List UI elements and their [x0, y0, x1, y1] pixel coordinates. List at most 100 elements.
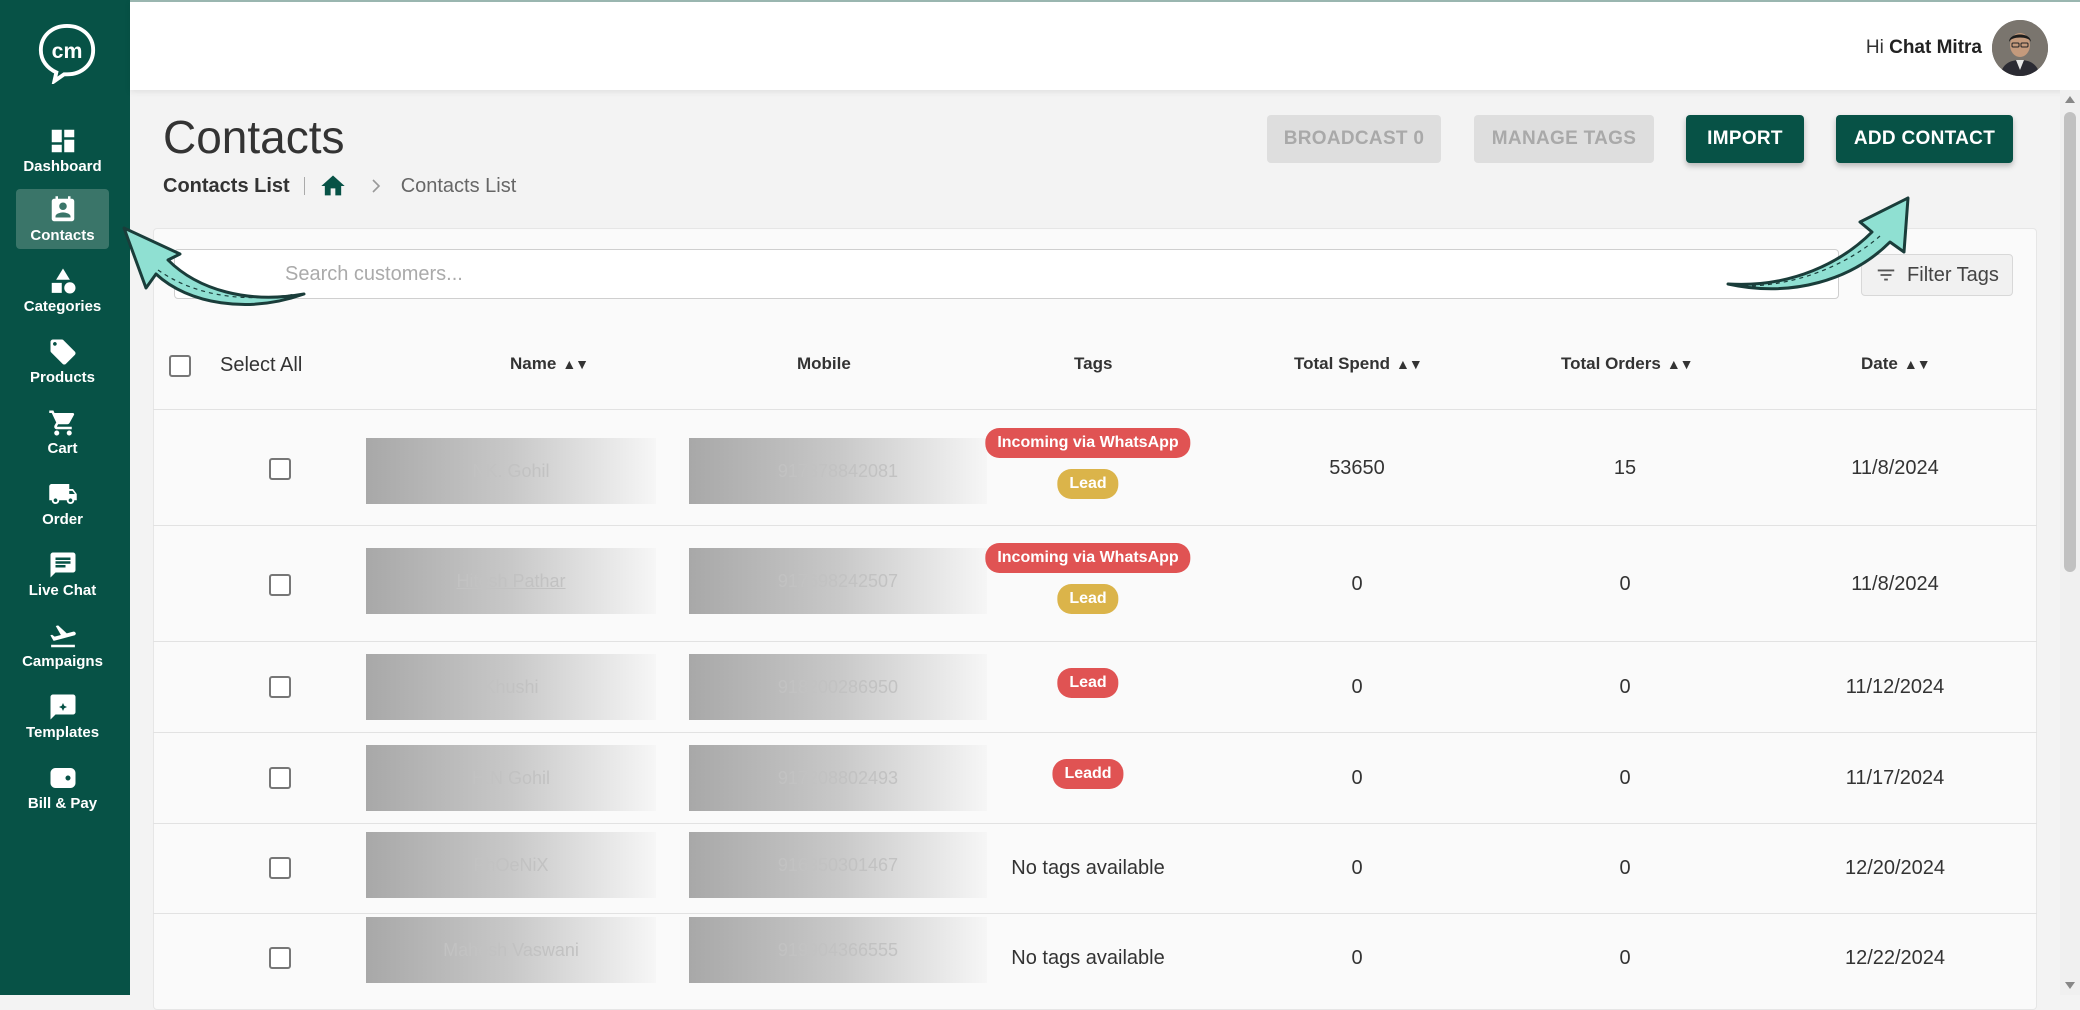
- categories-icon: [51, 268, 75, 294]
- contact-mobile: 918200286950: [689, 654, 987, 720]
- table-row: Khushi 918200286950 Lead 0 0 11/12/2024: [153, 642, 2037, 733]
- sidebar-item-bill-pay[interactable]: Bill & Pay: [16, 757, 109, 817]
- total-spend: 0: [1351, 857, 1363, 879]
- table-row: NK. Gohil 917878842081 Incoming via What…: [153, 410, 2037, 526]
- total-spend: 0: [1351, 767, 1363, 789]
- user-greeting: Hi Chat Mitra: [1865, 37, 1982, 58]
- contact-name[interactable]: Khushi: [366, 654, 656, 720]
- search-input[interactable]: [175, 250, 1838, 298]
- scroll-down-icon[interactable]: [2065, 982, 2075, 989]
- search-box: [174, 249, 1839, 299]
- contact-name[interactable]: NK. Gohil: [366, 438, 656, 504]
- user-name: Chat Mitra: [1889, 37, 1982, 58]
- breadcrumb: Contacts List Contacts List: [163, 172, 516, 200]
- contact-mobile: 917878842081: [689, 438, 987, 504]
- column-header-name[interactable]: Name ▲▼: [510, 354, 589, 374]
- table-row: Mahesh Vaswani 919904366555 No tags avai…: [153, 914, 2037, 1005]
- table-header: Name ▲▼ Mobile Tags Total Spend ▲▼ Total O…: [153, 320, 2037, 410]
- row-checkbox[interactable]: [269, 574, 291, 596]
- sidebar-item-cart[interactable]: Cart: [16, 402, 109, 462]
- contact-mobile: 916350301467: [689, 832, 987, 898]
- add-contact-button[interactable]: ADD CONTACT: [1836, 115, 2013, 163]
- total-orders: 0: [1619, 857, 1631, 879]
- page-title: Contacts: [163, 111, 345, 163]
- select-all-label: Select All: [220, 354, 303, 376]
- contact-name[interactable]: PhOeNiX: [366, 832, 656, 898]
- row-checkbox[interactable]: [269, 458, 291, 480]
- column-header-date[interactable]: Date ▲▼: [1861, 354, 1931, 374]
- scroll-up-icon[interactable]: [2065, 96, 2075, 103]
- tag-icon: [50, 339, 75, 365]
- contact-mobile: 917698242507: [689, 548, 987, 614]
- contacts-icon: [51, 196, 74, 222]
- table-row: PhOeNiX 916350301467 No tags available 0…: [153, 824, 2037, 914]
- contact-date: 11/8/2024: [1851, 457, 1939, 479]
- sort-icon[interactable]: ▲▼: [1904, 356, 1931, 372]
- total-orders: 0: [1619, 767, 1631, 789]
- import-button[interactable]: IMPORT: [1686, 115, 1804, 163]
- table-row: Hitesh Pathar 917698242507 Incoming via …: [153, 526, 2037, 642]
- tag-badge: Lead: [1057, 584, 1119, 614]
- contact-date: 11/12/2024: [1845, 676, 1945, 698]
- total-orders: 0: [1619, 676, 1631, 698]
- sidebar: cm Dashboard Contacts Categories Product…: [0, 0, 130, 995]
- manage-tags-button[interactable]: MANAGE TAGS: [1474, 115, 1654, 163]
- dashboard-icon: [51, 129, 74, 153]
- sidebar-item-templates[interactable]: Templates: [16, 686, 109, 746]
- chat-icon: [50, 552, 75, 578]
- contact-mobile: 919904366555: [689, 917, 987, 983]
- row-checkbox[interactable]: [269, 857, 291, 879]
- sort-icon[interactable]: ▲▼: [1667, 356, 1694, 372]
- chevron-right-icon: [372, 179, 380, 193]
- tag-badge: Lead: [1057, 668, 1119, 698]
- breadcrumb-contacts-list[interactable]: Contacts List: [401, 175, 517, 198]
- wallet-icon: [50, 768, 75, 788]
- contact-date: 12/22/2024: [1844, 947, 1946, 969]
- total-spend: 53650: [1329, 457, 1385, 479]
- column-header-total-orders[interactable]: Total Orders ▲▼: [1561, 354, 1694, 374]
- chatmitra-logo-icon[interactable]: cm: [36, 22, 98, 84]
- contact-name[interactable]: Hitesh Pathar: [366, 548, 656, 614]
- select-all-checkbox[interactable]: [169, 355, 191, 377]
- row-checkbox[interactable]: [269, 947, 291, 969]
- tag-badge: Incoming via WhatsApp: [985, 543, 1191, 573]
- table-row: H.N Gohil 917208802493 Leadd 0 0 11/17/2…: [153, 733, 2037, 824]
- no-tags-text: No tags available: [1011, 947, 1165, 969]
- sidebar-item-dashboard[interactable]: Dashboard: [16, 120, 109, 180]
- total-orders: 15: [1613, 457, 1637, 479]
- sidebar-item-campaigns[interactable]: Campaigns: [16, 615, 109, 675]
- home-icon[interactable]: [319, 172, 347, 200]
- column-header-total-spend[interactable]: Total Spend ▲▼: [1294, 354, 1423, 374]
- breadcrumb-current: Contacts List: [163, 174, 290, 197]
- total-orders: 0: [1619, 573, 1631, 595]
- cart-icon: [48, 410, 74, 436]
- annotation-arrow-left-icon: [122, 226, 306, 306]
- column-header-mobile: Mobile: [797, 354, 851, 373]
- sort-icon[interactable]: ▲▼: [562, 356, 589, 372]
- sidebar-item-order[interactable]: Order: [16, 473, 109, 533]
- row-checkbox[interactable]: [269, 676, 291, 698]
- user-avatar-icon: [1992, 20, 2048, 76]
- total-orders: 0: [1619, 947, 1631, 969]
- scroll-thumb[interactable]: [2064, 112, 2076, 572]
- svg-text:cm: cm: [52, 39, 83, 63]
- page-scrollbar[interactable]: [2060, 90, 2080, 995]
- contact-date: 11/17/2024: [1845, 767, 1945, 789]
- contact-date: 12/20/2024: [1844, 857, 1946, 879]
- sidebar-item-live-chat[interactable]: Live Chat: [16, 544, 109, 604]
- sort-icon[interactable]: ▲▼: [1396, 356, 1423, 372]
- contact-name[interactable]: Mahesh Vaswani: [366, 917, 656, 983]
- total-spend: 0: [1351, 947, 1363, 969]
- annotation-arrow-right-icon: [1726, 196, 1910, 291]
- row-checkbox[interactable]: [269, 767, 291, 789]
- sidebar-item-contacts[interactable]: Contacts: [16, 189, 109, 249]
- contact-name[interactable]: H.N Gohil: [366, 745, 656, 811]
- total-spend: 0: [1351, 573, 1363, 595]
- no-tags-text: No tags available: [1011, 857, 1165, 879]
- sidebar-item-categories[interactable]: Categories: [16, 260, 109, 320]
- sidebar-item-products[interactable]: Products: [16, 331, 109, 391]
- breadcrumb-divider: [303, 177, 305, 195]
- tag-badge: Lead: [1057, 469, 1119, 499]
- avatar[interactable]: [1992, 20, 2048, 76]
- broadcast-button[interactable]: BROADCAST 0: [1267, 115, 1441, 163]
